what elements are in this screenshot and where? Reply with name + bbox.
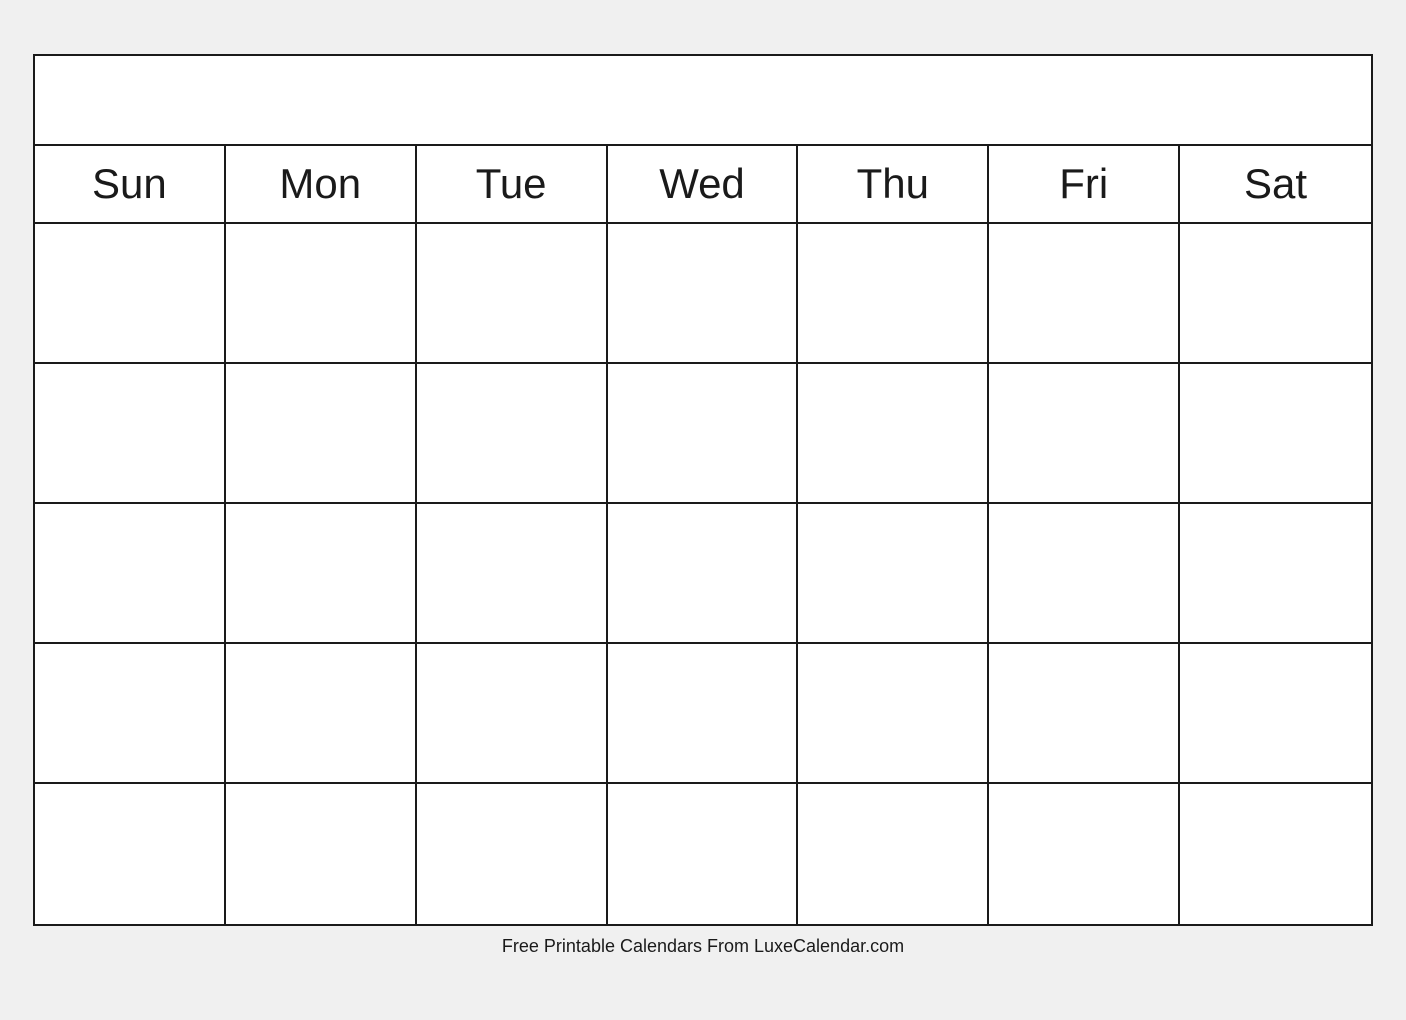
cell-2-4 [608,364,799,504]
cell-1-2 [226,224,417,364]
cell-3-7 [1180,504,1371,644]
cell-2-5 [798,364,989,504]
cell-4-5 [798,644,989,784]
cell-4-1 [35,644,226,784]
calendar-body [35,224,1371,924]
cell-4-2 [226,644,417,784]
cell-2-7 [1180,364,1371,504]
cell-5-5 [798,784,989,924]
footer-text: Free Printable Calendars From LuxeCalend… [492,926,914,967]
week-row-2 [35,364,1371,504]
header-fri: Fri [989,146,1180,222]
calendar-page: Sun Mon Tue Wed Thu Fri Sat [33,54,1373,926]
cell-5-2 [226,784,417,924]
header-sun: Sun [35,146,226,222]
cell-2-6 [989,364,1180,504]
header-wed: Wed [608,146,799,222]
header-sat: Sat [1180,146,1371,222]
cell-1-5 [798,224,989,364]
cell-4-7 [1180,644,1371,784]
cell-1-7 [1180,224,1371,364]
cell-1-4 [608,224,799,364]
week-row-4 [35,644,1371,784]
header-thu: Thu [798,146,989,222]
cell-5-1 [35,784,226,924]
calendar-header: Sun Mon Tue Wed Thu Fri Sat [35,146,1371,224]
cell-3-2 [226,504,417,644]
cell-5-7 [1180,784,1371,924]
cell-2-2 [226,364,417,504]
cell-4-3 [417,644,608,784]
header-tue: Tue [417,146,608,222]
cell-2-1 [35,364,226,504]
cell-5-6 [989,784,1180,924]
cell-3-3 [417,504,608,644]
cell-3-1 [35,504,226,644]
cell-3-5 [798,504,989,644]
week-row-3 [35,504,1371,644]
cell-5-3 [417,784,608,924]
cell-4-6 [989,644,1180,784]
cell-1-6 [989,224,1180,364]
week-row-5 [35,784,1371,924]
cell-3-6 [989,504,1180,644]
cell-3-4 [608,504,799,644]
cell-4-4 [608,644,799,784]
cell-5-4 [608,784,799,924]
header-mon: Mon [226,146,417,222]
cell-2-3 [417,364,608,504]
calendar-title [35,56,1371,146]
cell-1-1 [35,224,226,364]
cell-1-3 [417,224,608,364]
week-row-1 [35,224,1371,364]
